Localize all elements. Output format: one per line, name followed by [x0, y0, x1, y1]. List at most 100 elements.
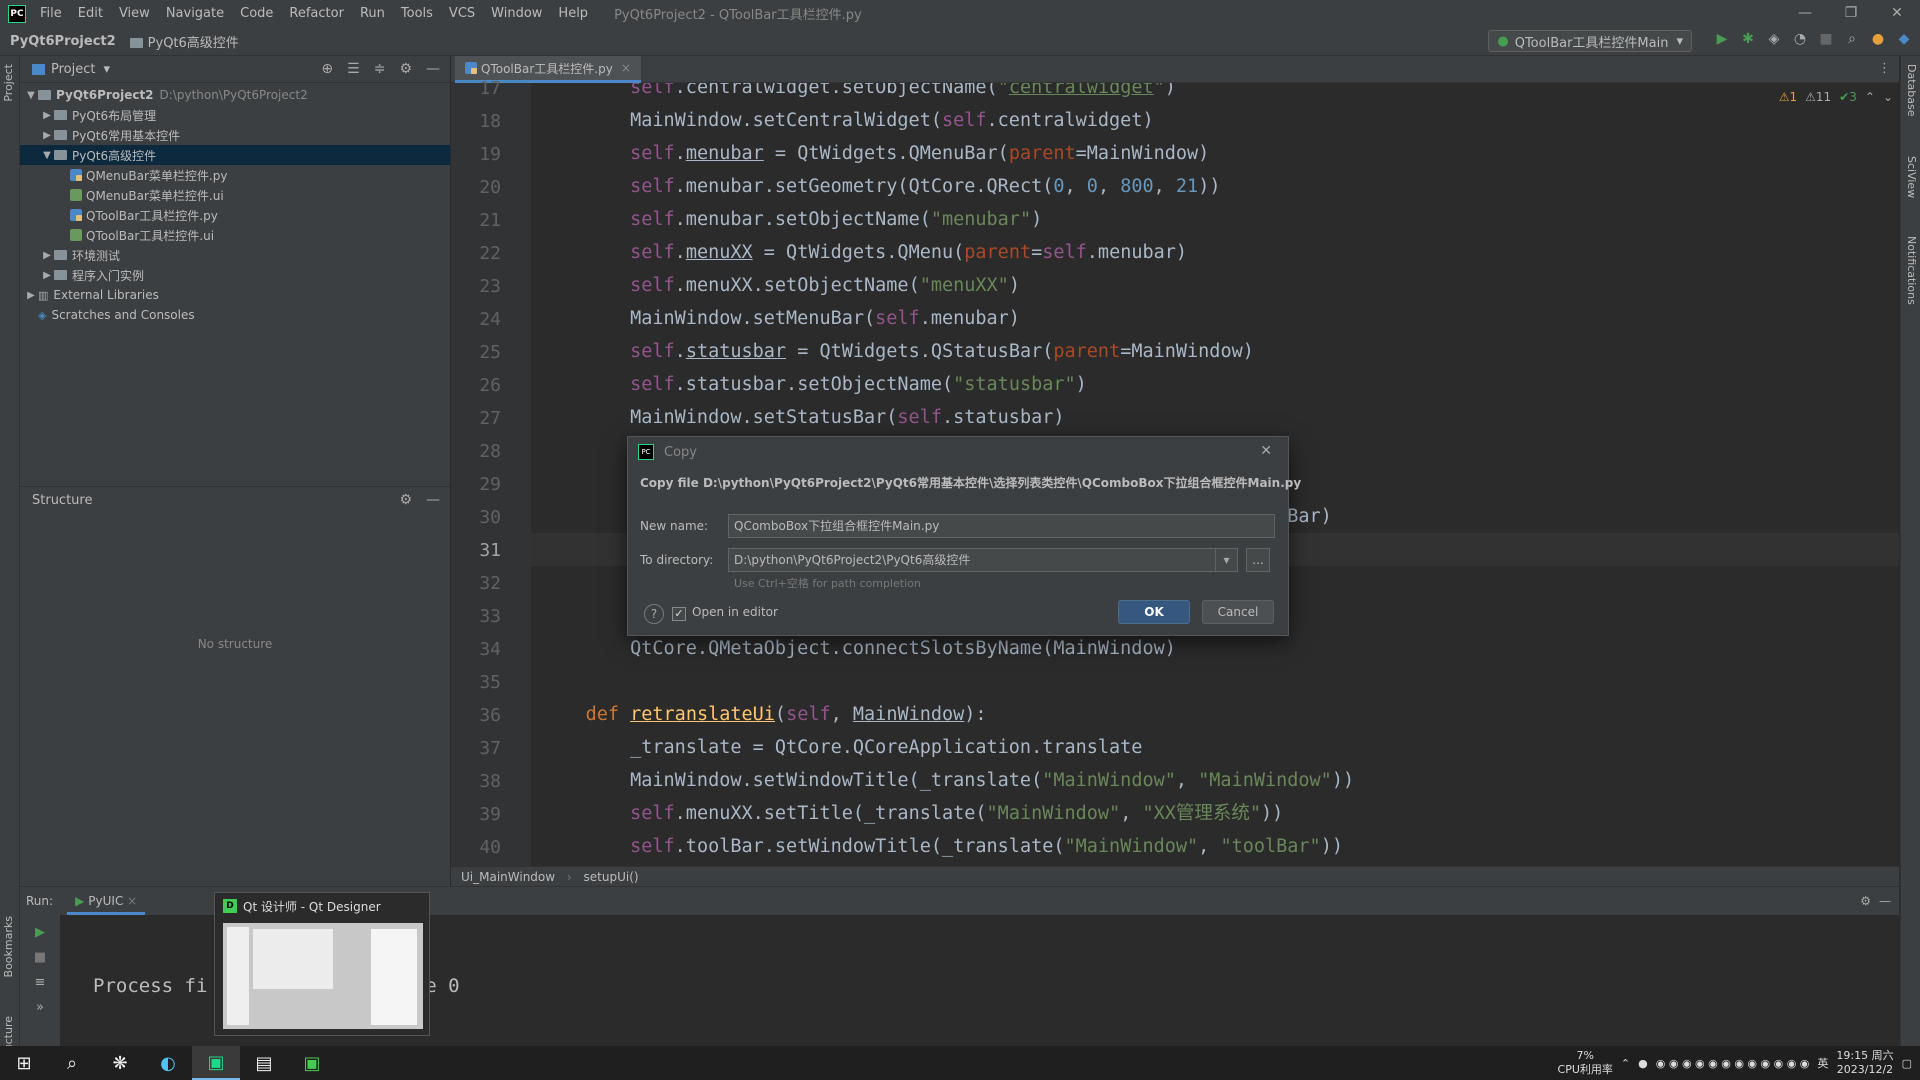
ime-indicator[interactable]: 英 [1817, 1055, 1828, 1071]
breadcrumb-folder[interactable]: PyQt6高级控件 [120, 32, 243, 51]
open-in-editor-label[interactable]: Open in editor [692, 605, 778, 619]
tree-item[interactable]: ◈ Scratches and Consoles [20, 305, 450, 325]
open-in-editor-checkbox[interactable]: ✓ [672, 607, 686, 621]
menu-item-edit[interactable]: Edit [70, 6, 111, 21]
search-icon[interactable]: ⌕ [48, 1046, 96, 1080]
menu-item-vcs[interactable]: VCS [441, 6, 483, 21]
widgets-icon[interactable]: ❋ [96, 1046, 144, 1080]
expand-all-icon[interactable]: ☰ [347, 61, 360, 77]
coverage-icon[interactable]: ◈ [1766, 31, 1782, 47]
close-tab-icon[interactable]: × [621, 61, 631, 75]
more-icon[interactable]: » [20, 1000, 60, 1015]
taskbar-preview[interactable]: D Qt 设计师 - Qt Designer [214, 892, 430, 1036]
notifications-tool-tab[interactable]: Notifications [1905, 236, 1918, 305]
tree-item[interactable]: ▶ PyQt6布局管理 [20, 105, 450, 125]
project-tool-tab[interactable]: Project [2, 64, 15, 102]
chevron-right-icon[interactable]: ▶ [40, 110, 54, 121]
hide-icon[interactable]: — [426, 61, 440, 77]
to-directory-input[interactable]: D:\python\PyQt6Project2\PyQt6高级控件 ▾ [728, 548, 1238, 572]
gear-icon[interactable]: ⚙ [399, 61, 412, 77]
menu-item-tools[interactable]: Tools [393, 6, 441, 21]
tree-item-label: QMenuBar菜单栏控件.ui [86, 188, 224, 203]
update-icon[interactable]: ● [1870, 31, 1886, 47]
menu-item-help[interactable]: Help [550, 6, 596, 21]
run-icon[interactable]: ▶ [1714, 31, 1730, 47]
inspection-widget[interactable]: ⚠1 ⚠11 ✔3 ⌃ ⌄ [1779, 90, 1893, 104]
tray-apps-icon[interactable]: ◉ ◉ ◉ ◉ ◉ ◉ ◉ ◉ ◉ ◉ ◉ ◉ [1656, 1057, 1810, 1070]
tree-item[interactable]: QMenuBar菜单栏控件.ui [20, 185, 450, 205]
database-tool-tab[interactable]: Database [1905, 64, 1918, 117]
run-configuration-select[interactable]: ● QToolBar工具栏控件Main ▾ [1488, 30, 1692, 52]
menu-item-code[interactable]: Code [232, 6, 281, 21]
browse-button[interactable]: ... [1246, 548, 1270, 572]
pycharm-taskbar-icon[interactable]: ▣ [192, 1046, 240, 1080]
tree-item[interactable]: ▶ 程序入门实例 [20, 265, 450, 285]
menu-item-navigate[interactable]: Navigate [158, 6, 232, 21]
tree-item[interactable]: ▼ PyQt6Project2 D:\python\PyQt6Project2 [20, 85, 450, 105]
chevron-down-icon[interactable]: ⌄ [1883, 90, 1893, 104]
close-icon[interactable]: ✕ [1260, 443, 1272, 459]
menu-item-refactor[interactable]: Refactor [281, 6, 352, 21]
breadcrumb-method[interactable]: setupUi() [584, 870, 639, 884]
menu-item-view[interactable]: View [111, 6, 158, 21]
new-name-input[interactable]: QComboBox下拉组合框控件Main.py [728, 514, 1275, 538]
tree-item[interactable]: ▶ 环境测试 [20, 245, 450, 265]
stop-icon[interactable]: ■ [20, 950, 60, 965]
breadcrumb-class[interactable]: Ui_MainWindow [461, 870, 555, 884]
search-icon[interactable]: ⌕ [1844, 31, 1860, 47]
hide-icon[interactable]: — [426, 492, 440, 508]
close-button[interactable]: ✕ [1874, 0, 1920, 27]
help-icon[interactable]: ? [644, 604, 664, 624]
locate-icon[interactable]: ⊕ [321, 61, 333, 77]
ok-button[interactable]: OK [1118, 600, 1190, 624]
gear-icon[interactable]: ⚙ [1860, 894, 1871, 908]
start-icon[interactable]: ⊞ [0, 1046, 48, 1080]
chevron-right-icon[interactable]: ▶ [24, 290, 38, 301]
clock[interactable]: 19:15 周六 2023/12/2 [1836, 1049, 1893, 1077]
cpu-meter[interactable]: 7% CPU利用率 [1558, 1049, 1613, 1077]
chevron-right-icon[interactable]: ▶ [40, 270, 54, 281]
soft-wrap-icon[interactable]: ≡ [20, 975, 60, 990]
edge-icon[interactable]: ◐ [144, 1046, 192, 1080]
maximize-button[interactable]: ❐ [1828, 0, 1874, 27]
run-tab[interactable]: ▶ PyUIC × [67, 887, 146, 915]
rerun-icon[interactable]: ▶ [20, 925, 60, 940]
breadcrumb-project[interactable]: PyQt6Project2 [0, 34, 120, 49]
jetbrains-icon[interactable]: ◆ [1896, 31, 1912, 47]
minimize-button[interactable]: — [1782, 0, 1828, 27]
collapse-all-icon[interactable]: ≑ [374, 61, 386, 77]
hide-icon[interactable]: — [1879, 894, 1891, 908]
tree-item[interactable]: ▶ ▥ External Libraries [20, 285, 450, 305]
notepad-icon[interactable]: ▤ [240, 1046, 288, 1080]
folder-icon [54, 150, 67, 160]
chevron-right-icon[interactable]: ▶ [40, 250, 54, 261]
project-panel-title[interactable]: Project [51, 62, 95, 77]
tree-item[interactable]: QToolBar工具栏控件.py [20, 205, 450, 225]
tree-item[interactable]: ▶ PyQt6常用基本控件 [20, 125, 450, 145]
more-tabs-icon[interactable]: ⋮ [1878, 61, 1891, 76]
close-tab-icon[interactable]: × [127, 894, 137, 908]
menu-item-window[interactable]: Window [483, 6, 550, 21]
notification-icon[interactable]: ▢ [1902, 1057, 1912, 1070]
gear-icon[interactable]: ⚙ [399, 492, 412, 508]
bookmarks-tool-tab[interactable]: Bookmarks [2, 916, 15, 977]
chevron-down-icon[interactable]: ▾ [1215, 549, 1237, 571]
profile-icon[interactable]: ◔ [1792, 31, 1808, 47]
chevron-right-icon[interactable]: ▶ [40, 130, 54, 141]
chevron-down-icon[interactable]: ▼ [24, 90, 38, 101]
cancel-button[interactable]: Cancel [1202, 600, 1274, 624]
qt-designer-taskbar-icon[interactable]: ▣ [288, 1046, 336, 1080]
tree-item[interactable]: QToolBar工具栏控件.ui [20, 225, 450, 245]
tree-item[interactable]: ▼ PyQt6高级控件 [20, 145, 450, 165]
menu-item-file[interactable]: File [32, 6, 70, 21]
microphone-icon[interactable]: ● [1638, 1057, 1648, 1070]
debug-icon[interactable]: ✱ [1740, 31, 1756, 47]
chevron-down-icon[interactable]: ▼ [40, 150, 54, 161]
tree-item[interactable]: QMenuBar菜单栏控件.py [20, 165, 450, 185]
menu-item-run[interactable]: Run [352, 6, 393, 21]
chevron-up-icon[interactable]: ⌃ [1621, 1057, 1630, 1070]
chevron-up-icon[interactable]: ⌃ [1865, 90, 1875, 104]
sciview-tool-tab[interactable]: SciView [1905, 156, 1918, 198]
stop-icon[interactable]: ■ [1818, 31, 1834, 47]
chevron-down-icon[interactable]: ▾ [103, 62, 110, 77]
